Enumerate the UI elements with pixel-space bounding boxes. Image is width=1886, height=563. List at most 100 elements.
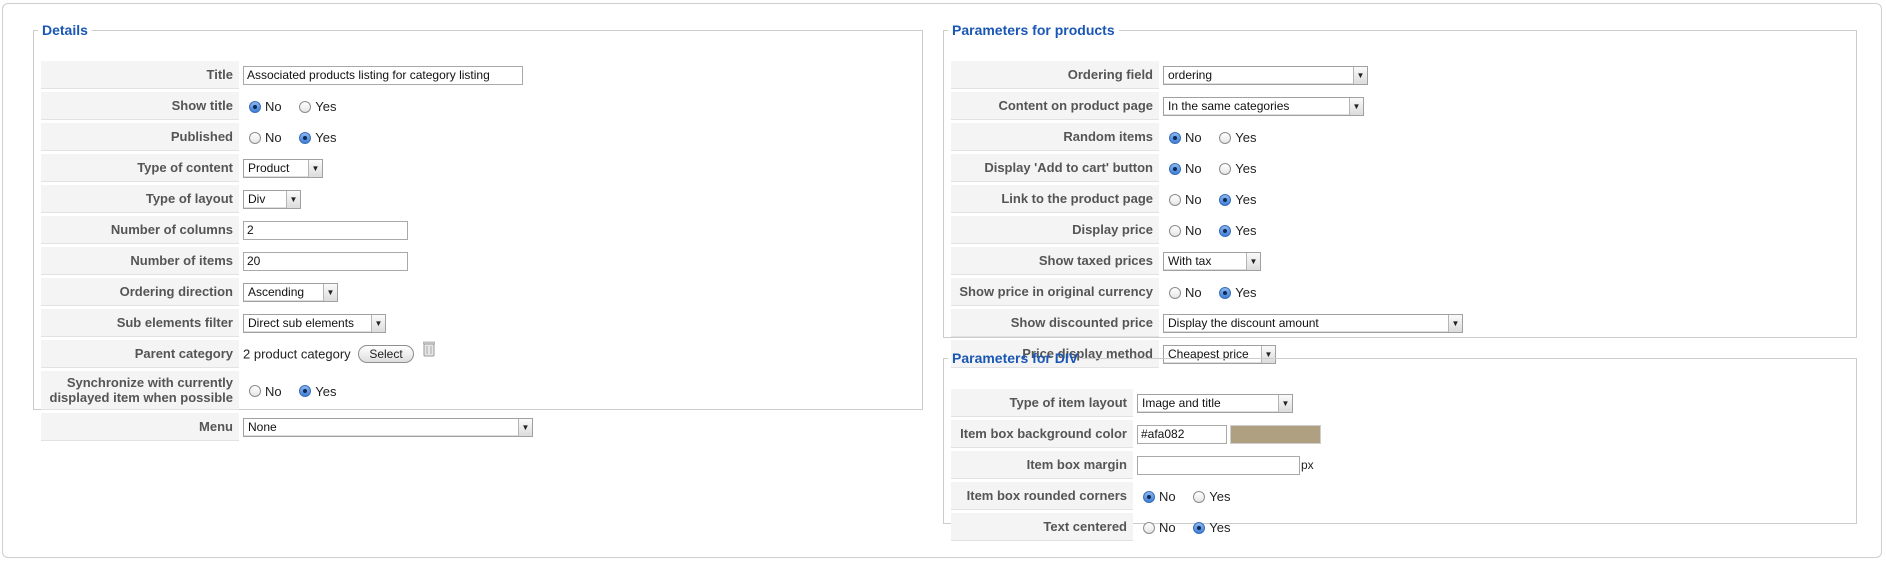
row-original-currency: Show price in original currency No Yes [951,278,1467,306]
row-type-content: Type of content Product ▼ [41,154,537,182]
random-no-label: No [1185,130,1202,146]
row-published: Published No Yes [41,123,537,151]
link-yes-label: Yes [1235,192,1257,208]
products-legend: Parameters for products [952,22,1115,38]
content-page-value: In the same categories [1168,98,1290,113]
div-table: Type of item layout Image and title ▼ Ite… [951,386,1325,544]
menu-label: Menu [41,413,239,441]
add-cart-yes-radio[interactable] [1219,162,1232,175]
item-layout-value: Image and title [1142,395,1221,410]
link-product-label: Link to the product page [951,185,1159,213]
published-yes-radio[interactable] [299,131,312,144]
orig-currency-no-radio[interactable] [1169,286,1181,299]
text-centered-label: Text centered [951,513,1133,541]
title-input[interactable]: Associated products listing for category… [243,65,523,85]
display-price-yes-radio[interactable] [1219,224,1232,237]
taxed-prices-value: With tax [1168,253,1212,268]
trash-icon[interactable] [422,341,436,360]
bg-color-input[interactable]: #afa082 [1137,424,1227,444]
published-label: Published [41,123,239,151]
row-text-centered: Text centered No Yes [951,513,1325,541]
margin-unit: px [1301,458,1314,472]
type-content-label: Type of content [41,154,239,182]
chevron-down-icon: ▼ [1246,252,1260,270]
num-items-label: Number of items [41,247,239,275]
show-title-label: Show title [41,92,239,120]
discounted-price-label: Show discounted price [951,309,1159,337]
add-cart-no-radio[interactable] [1169,162,1181,175]
chevron-down-icon: ▼ [1353,66,1367,84]
sub-filter-label: Sub elements filter [41,309,239,337]
menu-select[interactable]: None ▼ [243,417,533,437]
chevron-down-icon: ▼ [518,418,532,436]
num-items-input[interactable]: 20 [243,251,408,271]
link-no-radio[interactable] [1169,193,1181,206]
centered-yes-radio[interactable] [1193,521,1206,534]
synchronize-yes-radio[interactable] [299,385,312,398]
row-sub-filter: Sub elements filter Direct sub elements ▼ [41,309,537,337]
products-table: Ordering field ordering ▼ Content on prod… [951,58,1467,371]
type-layout-select[interactable]: Div ▼ [243,189,301,209]
display-price-yes-label: Yes [1235,223,1257,239]
item-margin-input[interactable] [1137,455,1300,475]
row-random-items: Random items No Yes [951,123,1467,151]
orig-currency-yes-label: Yes [1235,285,1257,301]
content-page-select[interactable]: In the same categories ▼ [1163,96,1364,116]
row-item-layout: Type of item layout Image and title ▼ [951,389,1325,417]
rounded-yes-label: Yes [1209,489,1231,505]
taxed-prices-label: Show taxed prices [951,247,1159,275]
row-discounted-price: Show discounted price Display the discou… [951,309,1467,337]
item-margin-label: Item box margin [951,451,1133,479]
select-button[interactable]: Select [358,345,414,363]
item-layout-label: Type of item layout [951,389,1133,417]
chevron-down-icon: ▼ [1448,314,1462,332]
rounded-no-radio[interactable] [1143,490,1155,503]
link-yes-radio[interactable] [1219,193,1232,206]
display-price-label: Display price [951,216,1159,244]
content-page-label: Content on product page [951,92,1159,120]
add-cart-yes-label: Yes [1235,161,1257,177]
discounted-price-value: Display the discount amount [1168,315,1319,330]
chevron-down-icon: ▼ [308,159,322,177]
ordering-field-select[interactable]: ordering ▼ [1163,65,1368,85]
row-num-columns: Number of columns 2 [41,216,537,244]
item-layout-select[interactable]: Image and title ▼ [1137,393,1293,413]
display-price-no-radio[interactable] [1169,224,1181,237]
row-link-product: Link to the product page No Yes [951,185,1467,213]
discounted-price-select[interactable]: Display the discount amount ▼ [1163,313,1463,333]
synchronize-label-line2: displayed item when possible [49,390,234,405]
sub-filter-select[interactable]: Direct sub elements ▼ [243,313,386,333]
details-fieldset: Details Title Associated products listin… [33,22,923,441]
random-no-radio[interactable] [1169,131,1181,144]
row-show-title: Show title No Yes [41,92,537,120]
centered-no-label: No [1159,520,1176,536]
synchronize-label-line1: Synchronize with currently [66,375,233,390]
show-title-no-radio[interactable] [249,100,261,113]
random-yes-label: Yes [1235,130,1257,146]
num-columns-input[interactable]: 2 [243,220,408,240]
published-no-label: No [265,130,282,146]
type-content-value: Product [248,160,290,175]
taxed-prices-select[interactable]: With tax ▼ [1163,251,1261,271]
chevron-down-icon: ▼ [371,314,385,332]
random-yes-radio[interactable] [1219,131,1232,144]
chevron-down-icon: ▼ [323,283,337,301]
type-content-select[interactable]: Product ▼ [243,158,323,178]
synchronize-no-radio[interactable] [249,385,261,398]
color-swatch[interactable] [1230,424,1321,444]
centered-no-radio[interactable] [1143,521,1155,534]
row-synchronize: Synchronize with currently displayed item… [41,371,537,410]
row-ordering-field: Ordering field ordering ▼ [951,61,1467,89]
ordering-direction-select[interactable]: Ascending ▼ [243,282,338,302]
show-title-yes-radio[interactable] [299,100,312,113]
num-columns-label: Number of columns [41,216,239,244]
display-price-no-label: No [1185,223,1202,239]
ordering-field-label: Ordering field [951,61,1159,89]
orig-currency-yes-radio[interactable] [1219,286,1232,299]
row-item-margin: Item box margin px [951,451,1325,479]
row-content-page: Content on product page In the same cate… [951,92,1467,120]
rounded-yes-radio[interactable] [1193,490,1206,503]
div-legend: Parameters for DIV [952,350,1079,366]
rounded-corners-label: Item box rounded corners [951,482,1133,510]
published-no-radio[interactable] [249,131,261,144]
